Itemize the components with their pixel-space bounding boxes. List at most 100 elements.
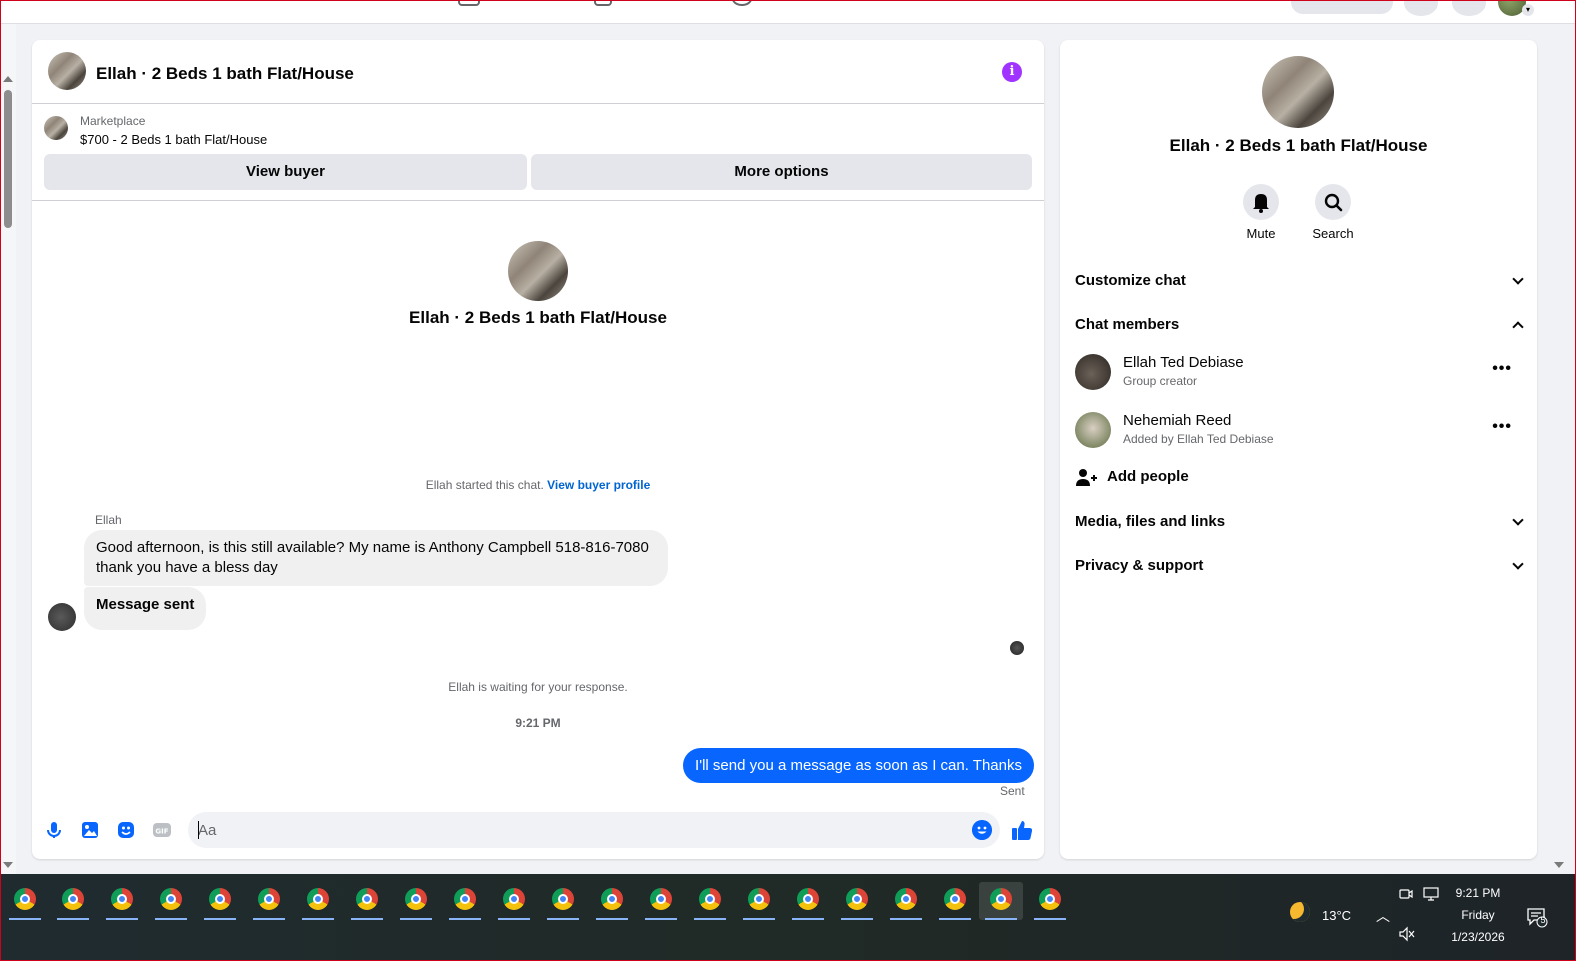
- chrome-taskbar-button[interactable]: [347, 882, 387, 920]
- chrome-taskbar-button[interactable]: [935, 882, 975, 920]
- chrome-icon: [944, 888, 966, 910]
- chat-members-section[interactable]: Chat members: [1075, 316, 1524, 333]
- gaming-icon[interactable]: [732, 0, 752, 6]
- windows-taskbar: 13°C ︿ 9:21 PM Friday 1/23/2026 5: [0, 874, 1576, 961]
- chrome-taskbar-button[interactable]: [1030, 882, 1070, 920]
- chrome-taskbar-button[interactable]: [690, 882, 730, 920]
- chrome-taskbar-button[interactable]: [837, 882, 877, 920]
- menu-grid-icon[interactable]: [1404, 0, 1438, 16]
- media-files-label: Media, files and links: [1075, 513, 1226, 530]
- chrome-taskbar-button[interactable]: [102, 882, 142, 920]
- chrome-taskbar-button[interactable]: [886, 882, 926, 920]
- view-buyer-button[interactable]: View buyer: [44, 154, 527, 190]
- chrome-taskbar-button[interactable]: [249, 882, 289, 920]
- emoji-icon[interactable]: [972, 820, 992, 840]
- chrome-icon: [356, 888, 378, 910]
- clock-time[interactable]: 9:21 PM: [1446, 886, 1510, 900]
- text-caret: [198, 821, 199, 839]
- photo-icon[interactable]: [80, 820, 100, 840]
- chrome-icon: [748, 888, 770, 910]
- incoming-message[interactable]: Good afternoon, is this still available?…: [84, 530, 668, 586]
- clock-day[interactable]: Friday: [1446, 908, 1510, 922]
- temperature[interactable]: 13°C: [1322, 908, 1351, 923]
- chrome-taskbar-button[interactable]: [494, 882, 534, 920]
- media-files-section[interactable]: Media, files and links: [1075, 513, 1524, 530]
- chrome-taskbar-button[interactable]: [739, 882, 779, 920]
- thumbs-up-icon[interactable]: [1010, 818, 1034, 842]
- member-name: Ellah Ted Debiase: [1123, 354, 1244, 371]
- search-button[interactable]: Search: [1303, 184, 1363, 241]
- marketplace-icon[interactable]: [458, 0, 480, 6]
- sticker-icon[interactable]: [116, 820, 136, 840]
- add-person-icon: [1076, 469, 1097, 486]
- waiting-notice: Ellah is waiting for your response.: [448, 680, 628, 694]
- more-icon[interactable]: •••: [1492, 418, 1512, 436]
- chrome-taskbar-button[interactable]: [592, 882, 632, 920]
- meet-now-icon[interactable]: [1398, 886, 1414, 902]
- customize-chat-section[interactable]: Customize chat: [1075, 272, 1524, 289]
- right-scroll-down-arrow[interactable]: [1554, 862, 1564, 868]
- chrome-taskbar-button[interactable]: [788, 882, 828, 920]
- chevron-down-icon[interactable]: ▾: [1522, 4, 1534, 16]
- search-icon[interactable]: [1315, 184, 1351, 220]
- scroll-down-arrow[interactable]: [3, 862, 13, 868]
- chat-started-notice: Ellah started this chat. View buyer prof…: [32, 478, 1044, 492]
- notifications-icon[interactable]: [1452, 0, 1486, 16]
- scroll-up-arrow[interactable]: [3, 76, 13, 82]
- chrome-icon: [699, 888, 721, 910]
- page-scrollbar[interactable]: [0, 24, 16, 874]
- more-options-button[interactable]: More options: [531, 154, 1032, 190]
- chrome-taskbar-button-active[interactable]: [979, 882, 1023, 920]
- intro-avatar: [508, 241, 568, 301]
- chrome-taskbar-button[interactable]: [396, 882, 436, 920]
- incoming-message[interactable]: Message sent: [84, 587, 207, 630]
- chrome-icon: [454, 888, 476, 910]
- speaker-muted-icon[interactable]: [1398, 926, 1416, 942]
- chrome-taskbar-button[interactable]: [641, 882, 681, 920]
- member-avatar[interactable]: [1075, 354, 1111, 390]
- marketplace-label: Marketplace: [80, 114, 146, 128]
- sender-avatar[interactable]: [48, 603, 76, 631]
- moon-weather-icon[interactable]: [1290, 902, 1310, 922]
- find-friends-button[interactable]: [1291, 0, 1393, 14]
- chrome-taskbar-button[interactable]: [298, 882, 338, 920]
- chat-header: Ellah · 2 Beds 1 bath Flat/House i: [32, 40, 1044, 104]
- chrome-icon: [111, 888, 133, 910]
- bell-icon[interactable]: [1243, 184, 1279, 220]
- chrome-taskbar-button[interactable]: [200, 882, 240, 920]
- clock-date[interactable]: 1/23/2026: [1440, 930, 1516, 944]
- chrome-icon: [62, 888, 84, 910]
- microphone-icon[interactable]: [44, 820, 64, 840]
- chrome-taskbar-button[interactable]: [151, 882, 191, 920]
- member-row[interactable]: Ellah Ted Debiase Group creator •••: [1075, 350, 1522, 398]
- outgoing-message[interactable]: I'll send you a message as soon as I can…: [683, 748, 1034, 783]
- chrome-taskbar-button[interactable]: [445, 882, 485, 920]
- chrome-icon: [160, 888, 182, 910]
- chat-title[interactable]: Ellah · 2 Beds 1 bath Flat/House: [96, 64, 354, 84]
- tray-chevron-up-icon[interactable]: ︿: [1376, 906, 1390, 926]
- chrome-taskbar-button[interactable]: [5, 882, 45, 920]
- listing-thumbnail[interactable]: [44, 116, 68, 140]
- chat-members-label: Chat members: [1075, 316, 1180, 333]
- privacy-support-section[interactable]: Privacy & support: [1075, 557, 1524, 574]
- view-buyer-profile-link[interactable]: View buyer profile: [547, 478, 650, 492]
- info-avatar[interactable]: [1262, 56, 1334, 128]
- gif-icon[interactable]: GIF: [152, 820, 172, 840]
- chat-avatar[interactable]: [48, 52, 86, 90]
- listing-title[interactable]: $700 - 2 Beds 1 bath Flat/House: [80, 132, 267, 147]
- message-input[interactable]: [188, 812, 1000, 848]
- info-icon[interactable]: i: [1002, 62, 1022, 82]
- marketplace-banner: Marketplace $700 - 2 Beds 1 bath Flat/Ho…: [32, 104, 1044, 201]
- more-icon[interactable]: •••: [1492, 360, 1512, 378]
- chrome-taskbar-button[interactable]: [53, 882, 93, 920]
- member-role: Group creator: [1123, 374, 1198, 388]
- groups-icon[interactable]: [594, 0, 612, 6]
- member-row[interactable]: Nehemiah Reed Added by Ellah Ted Debiase…: [1075, 408, 1522, 456]
- scroll-thumb[interactable]: [4, 90, 12, 228]
- sender-name: Ellah: [95, 513, 122, 527]
- mute-button[interactable]: Mute: [1231, 184, 1291, 241]
- chrome-taskbar-button[interactable]: [543, 882, 583, 920]
- add-people-button[interactable]: Add people: [1075, 466, 1375, 490]
- member-avatar[interactable]: [1075, 412, 1111, 448]
- network-icon[interactable]: [1422, 886, 1440, 902]
